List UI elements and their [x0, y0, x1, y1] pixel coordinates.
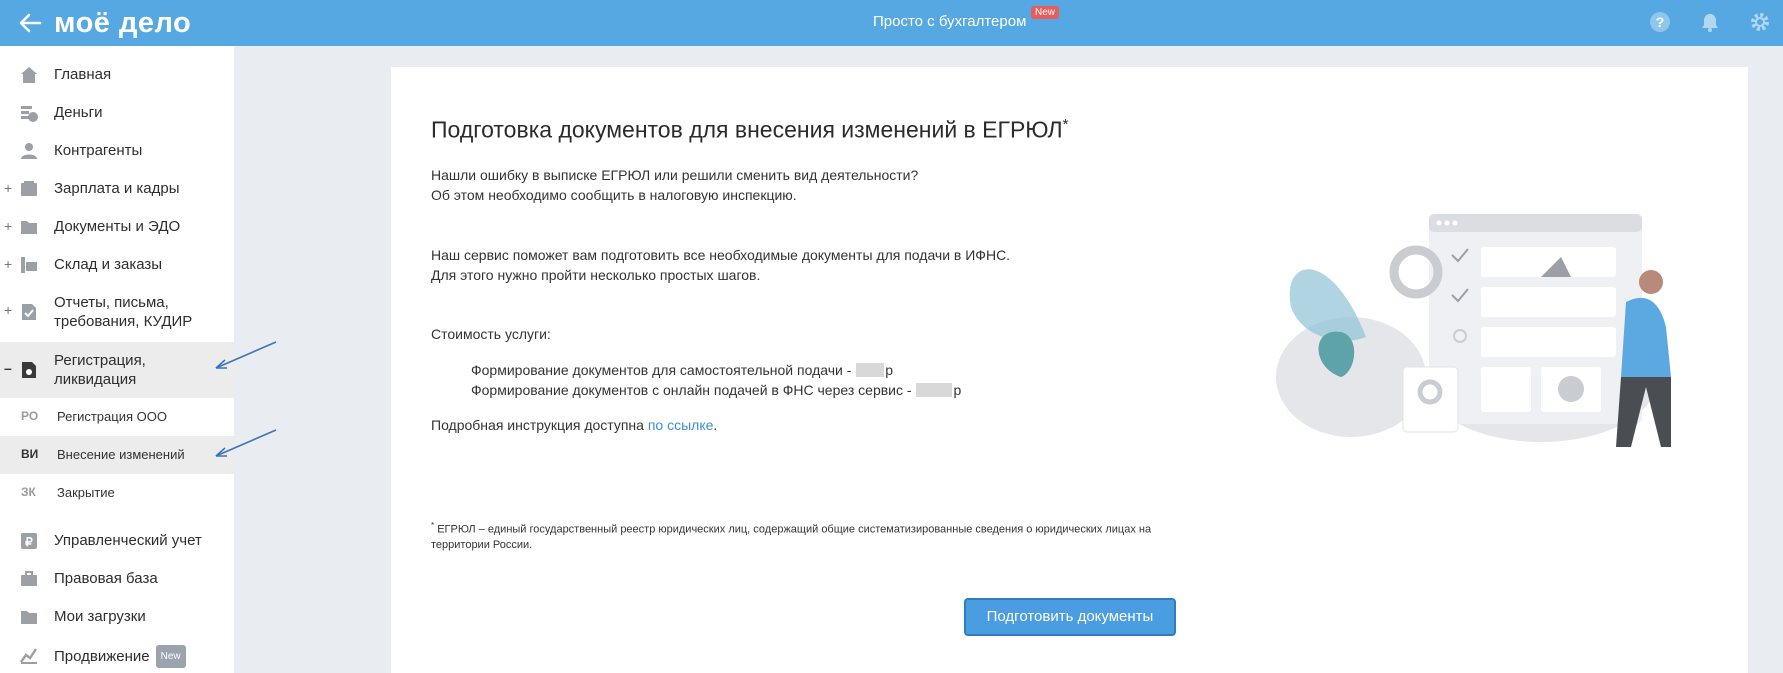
sidebar-item-home[interactable]: Главная — [0, 56, 234, 94]
sidebar-item-money[interactable]: Деньги — [0, 94, 234, 132]
collapse-toggle[interactable]: – — [4, 360, 12, 376]
registration-icon — [22, 362, 36, 378]
money-icon — [21, 106, 38, 122]
sidebar-item-label: Регистрация, ликвидация — [54, 352, 146, 388]
sidebar-item-label: Отчеты, письма, требования, КУДИР — [54, 294, 193, 330]
plant-leaf — [1289, 269, 1366, 341]
reports-icon — [22, 304, 36, 320]
expand-toggle[interactable]: + — [4, 218, 12, 234]
footnote: * ЕГРЮЛ – единый государственный реестр … — [431, 521, 1152, 551]
bell-icon[interactable] — [1699, 11, 1721, 33]
price-line-self: Формирование документов для самостоятель… — [471, 362, 894, 378]
documents-icon — [21, 221, 37, 234]
svg-text:?: ? — [1656, 14, 1665, 30]
sidebar-item-label: Склад и заказы — [54, 256, 163, 273]
annotation-arrow — [215, 341, 277, 369]
sidebar-item-label: Управленческий учет — [54, 532, 202, 549]
new-badge: New — [155, 645, 186, 668]
intro-paragraph: Нашли ошибку в выписке ЕГРЮЛ или решили … — [431, 167, 919, 203]
legal-base-icon — [21, 571, 37, 586]
downloads-icon — [21, 611, 37, 624]
sidebar-item-management-accounting[interactable]: ₽ Управленческий учет — [0, 522, 234, 560]
logo[interactable]: моё дело — [54, 7, 191, 40]
instruction-text: Подробная инструкция доступна по ссылке. — [431, 417, 718, 433]
sidebar-item-label: Зарплата и кадры — [54, 180, 180, 197]
management-accounting-icon: ₽ — [21, 533, 37, 549]
person-head — [1639, 270, 1663, 294]
window-dot — [1452, 220, 1458, 226]
subitem-label: Закрытие — [57, 485, 115, 500]
warehouse-icon — [21, 257, 37, 273]
promotion-icon — [20, 648, 37, 664]
sidebar-item-label: Документы и ЭДО — [54, 218, 181, 235]
gear-icon[interactable] — [1749, 11, 1771, 33]
salary-icon — [21, 181, 37, 196]
help-icon[interactable]: ? — [1649, 11, 1671, 33]
subitem-label: Внесение изменений — [57, 447, 185, 462]
new-badge: New — [1031, 6, 1060, 19]
sidebar-subitem-closing[interactable]: ЗК Закрытие — [0, 474, 234, 512]
window-dot — [1444, 220, 1450, 226]
browser-window — [1429, 214, 1642, 424]
sidebar: Главная Деньги Контрагенты + Зарплата и … — [0, 46, 234, 673]
top-bar: моё дело Просто с бухгалтером New ? — [0, 0, 1783, 46]
subitem-label: Регистрация ООО — [57, 409, 167, 424]
svg-text:₽: ₽ — [25, 535, 33, 549]
prepare-documents-button[interactable]: Подготовить документы — [964, 598, 1176, 636]
form-row — [1481, 327, 1616, 357]
home-icon — [21, 67, 37, 83]
person-body — [1621, 297, 1671, 377]
service-paragraph: Наш сервис поможет вам подготовить все н… — [431, 247, 1011, 283]
expand-toggle[interactable]: + — [4, 302, 12, 318]
sidebar-item-label: Главная — [54, 66, 112, 83]
sidebar-item-warehouse[interactable]: + Склад и заказы — [0, 246, 234, 284]
redacted-price — [856, 363, 885, 377]
subitem-abbr: ВИ — [21, 447, 39, 461]
form-row — [1481, 287, 1616, 317]
sidebar-item-documents[interactable]: + Документы и ЭДО — [0, 208, 234, 246]
sidebar-item-label: Контрагенты — [54, 142, 143, 159]
sidebar-item-label: Правовая база — [54, 570, 158, 587]
annotation-arrow — [215, 429, 277, 457]
instruction-link[interactable]: по ссылке — [648, 417, 714, 433]
sidebar-item-downloads[interactable]: Мои загрузки — [0, 598, 234, 636]
window-dot — [1436, 220, 1442, 226]
subitem-abbr: ЗК — [21, 485, 36, 499]
expand-toggle[interactable]: + — [4, 180, 12, 196]
browser-titlebar — [1429, 214, 1642, 232]
pie-chart-icon — [1558, 376, 1584, 402]
sidebar-item-reports[interactable]: + Отчеты, письма, требования, КУДИР — [0, 284, 234, 340]
main-card: Подготовка документов для внесения измен… — [391, 67, 1748, 673]
sidebar-item-salary[interactable]: + Зарплата и кадры — [0, 170, 234, 208]
sidebar-item-label: Мои загрузки — [54, 608, 146, 625]
header-title[interactable]: Просто с бухгалтером — [873, 13, 1026, 30]
sidebar-item-contractors[interactable]: Контрагенты — [0, 132, 234, 170]
sidebar-subitem-changes[interactable]: ВИ Внесение изменений — [0, 436, 234, 474]
redacted-price — [916, 383, 953, 397]
sidebar-subitem-registration-ooo[interactable]: РО Регистрация ООО — [0, 398, 234, 436]
price-line-online: Формирование документов с онлайн подачей… — [471, 382, 962, 398]
person-legs — [1616, 377, 1671, 447]
page-title: Подготовка документов для внесения измен… — [431, 116, 1069, 143]
illustration — [1276, 214, 1671, 447]
expand-toggle[interactable]: + — [4, 256, 12, 272]
sidebar-item-label: Продвижение New — [54, 645, 186, 668]
sidebar-item-label: Деньги — [54, 104, 103, 121]
profile-card — [1481, 367, 1531, 412]
back-arrow-icon[interactable] — [16, 9, 44, 37]
price-heading: Стоимость услуги: — [431, 326, 551, 342]
subitem-abbr: РО — [21, 409, 39, 423]
sidebar-item-promotion[interactable]: Продвижение New — [0, 636, 234, 673]
sidebar-item-registration[interactable]: – Регистрация, ликвидация — [0, 342, 234, 398]
sidebar-item-legal-base[interactable]: Правовая база — [0, 560, 234, 598]
contractors-icon — [21, 143, 37, 159]
